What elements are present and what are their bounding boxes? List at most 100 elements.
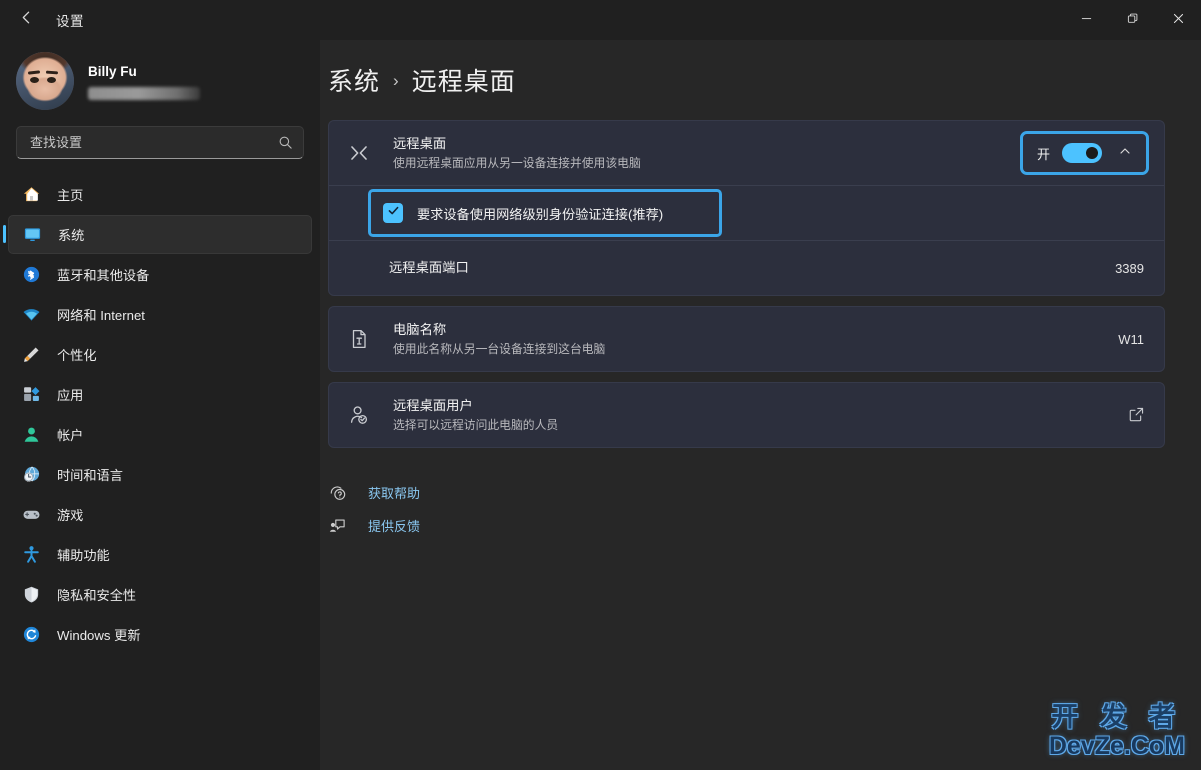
get-help-link[interactable]: 获取帮助 (328, 476, 426, 509)
gamepad-icon (22, 505, 41, 524)
app-title: 设置 (56, 14, 84, 29)
remote-desktop-texts: 远程桌面 使用远程桌面应用从另一设备连接并使用该电脑 (393, 135, 1023, 171)
nla-label: 要求设备使用网络级别身份验证连接(推荐) (417, 206, 664, 222)
back-button[interactable] (8, 4, 44, 36)
rd-users-title: 远程桌面用户 (393, 398, 473, 413)
search-input[interactable] (30, 135, 278, 150)
open-external-icon[interactable] (1128, 406, 1146, 424)
sidebar-item-label: 帐户 (57, 428, 84, 443)
avatar (16, 52, 74, 110)
chevron-up-icon (1119, 144, 1131, 162)
remote-desktop-icon (347, 141, 371, 165)
rd-port-row: 远程桌面端口 3389 (329, 241, 1164, 295)
apps-icon (22, 385, 41, 404)
toggle-knob (1086, 147, 1098, 159)
search-box[interactable] (16, 126, 304, 159)
pc-name-texts: 电脑名称 使用此名称从另一台设备连接到这台电脑 (393, 321, 1118, 357)
watermark: 开 发 者 DevZe.CoM (1049, 702, 1185, 760)
sidebar-item-time-language[interactable]: 时间和语言 (8, 455, 312, 494)
rd-port-title: 远程桌面端口 (389, 260, 469, 275)
sidebar-item-bluetooth[interactable]: 蓝牙和其他设备 (8, 255, 312, 294)
sidebar-item-network[interactable]: 网络和 Internet (8, 295, 312, 334)
remote-desktop-row[interactable]: 远程桌面 使用远程桌面应用从另一设备连接并使用该电脑 开 (329, 121, 1164, 185)
pc-name-row[interactable]: 电脑名称 使用此名称从另一台设备连接到这台电脑 W11 (329, 307, 1164, 371)
sidebar-item-windows-update[interactable]: Windows 更新 (8, 615, 312, 654)
back-arrow-icon (18, 9, 35, 31)
title-bar: 设置 (0, 0, 1201, 40)
sidebar-item-gaming[interactable]: 游戏 (8, 495, 312, 534)
search-wrap (0, 118, 320, 159)
close-icon (1173, 11, 1184, 29)
sidebar-item-label: 系统 (58, 228, 85, 243)
sidebar-item-personalization[interactable]: 个性化 (8, 335, 312, 374)
avatar-image (16, 52, 74, 110)
sidebar-item-label: 隐私和安全性 (57, 588, 137, 603)
remote-desktop-toggle-group[interactable]: 开 (1019, 131, 1150, 175)
get-help-label: 获取帮助 (368, 486, 421, 501)
sidebar-item-label: 个性化 (57, 348, 97, 363)
account-icon (22, 425, 41, 444)
clock-globe-icon (22, 465, 41, 484)
profile-section[interactable]: Billy Fu (0, 40, 320, 118)
sidebar-item-privacy-security[interactable]: 隐私和安全性 (8, 575, 312, 614)
wifi-icon (22, 305, 41, 324)
profile-name: Billy Fu (88, 63, 137, 79)
remote-desktop-card: 远程桌面 使用远程桌面应用从另一设备连接并使用该电脑 开 要求设备使用网络级别身… (328, 120, 1165, 296)
rename-document-icon (347, 327, 371, 351)
sidebar-item-label: 游戏 (57, 508, 84, 523)
bluetooth-icon (22, 265, 41, 284)
breadcrumb-separator: › (393, 70, 399, 90)
accessibility-icon (22, 545, 41, 564)
window-body: Billy Fu 查找设置 主页 系统 蓝牙和其他设备 网络和 Internet… (0, 40, 1201, 770)
give-feedback-label: 提供反馈 (368, 519, 421, 534)
pc-name-card[interactable]: 电脑名称 使用此名称从另一台设备连接到这台电脑 W11 (328, 306, 1165, 372)
sidebar-item-home[interactable]: 主页 (8, 175, 312, 214)
sidebar-item-label: 蓝牙和其他设备 (57, 268, 150, 283)
close-button[interactable] (1155, 0, 1201, 40)
sidebar-item-accounts[interactable]: 帐户 (8, 415, 312, 454)
nla-row[interactable]: 要求设备使用网络级别身份验证连接(推荐) (329, 186, 1164, 240)
page-title: 远程桌面 (411, 68, 516, 96)
help-icon (328, 484, 346, 502)
remote-desktop-toggle[interactable] (1062, 143, 1102, 163)
breadcrumb-parent[interactable]: 系统 (328, 62, 380, 98)
give-feedback-link[interactable]: 提供反馈 (328, 509, 426, 542)
sidebar-nav: 主页 系统 蓝牙和其他设备 网络和 Internet 个性化 应用 帐户 时间和… (0, 175, 320, 654)
caption-buttons (1063, 0, 1201, 40)
home-icon (22, 185, 41, 204)
system-display-icon (23, 225, 42, 244)
sidebar-item-label: Windows 更新 (57, 628, 141, 643)
nla-checkbox[interactable] (383, 203, 403, 223)
pc-name-value: W11 (1118, 331, 1144, 347)
sidebar: Billy Fu 查找设置 主页 系统 蓝牙和其他设备 网络和 Internet… (0, 40, 320, 770)
update-refresh-icon (22, 625, 41, 644)
minimize-button[interactable] (1063, 0, 1109, 40)
maximize-button[interactable] (1109, 0, 1155, 40)
sidebar-item-accessibility[interactable]: 辅助功能 (8, 535, 312, 574)
sidebar-item-system[interactable]: 系统 (3, 215, 312, 254)
minimize-icon (1081, 11, 1092, 29)
rd-users-card[interactable]: 远程桌面用户 选择可以远程访问此电脑的人员 (328, 382, 1165, 448)
rd-port-texts: 远程桌面端口 (389, 259, 1115, 277)
sidebar-item-apps[interactable]: 应用 (8, 375, 312, 414)
user-check-icon (347, 403, 371, 427)
remote-desktop-title: 远程桌面 (393, 136, 447, 151)
rd-users-row[interactable]: 远程桌面用户 选择可以远程访问此电脑的人员 (329, 383, 1164, 447)
avatar-detail (47, 77, 56, 83)
feedback-icon (328, 517, 346, 535)
main-inner: 系统 › 远程桌面 远程桌面 使用远程桌面应用从另一设备连接并使用该电脑 开 要… (328, 40, 1165, 542)
search-icon (278, 135, 293, 150)
restore-icon (1127, 11, 1138, 29)
avatar-detail (30, 77, 39, 83)
footer-links: 获取帮助 提供反馈 (328, 476, 1165, 542)
expand-collapse-button[interactable] (1114, 142, 1136, 164)
shield-icon (22, 585, 41, 604)
toggle-state-label: 开 (1036, 146, 1050, 162)
rd-port-value: 3389 (1115, 260, 1144, 276)
watermark-line2: DevZe.CoM (1048, 732, 1185, 760)
paintbrush-icon (22, 345, 41, 364)
pc-name-title: 电脑名称 (393, 322, 447, 337)
rd-users-texts: 远程桌面用户 选择可以远程访问此电脑的人员 (393, 397, 1128, 433)
sidebar-item-label: 网络和 Internet (57, 308, 145, 323)
rd-users-subtitle: 选择可以远程访问此电脑的人员 (393, 418, 559, 432)
